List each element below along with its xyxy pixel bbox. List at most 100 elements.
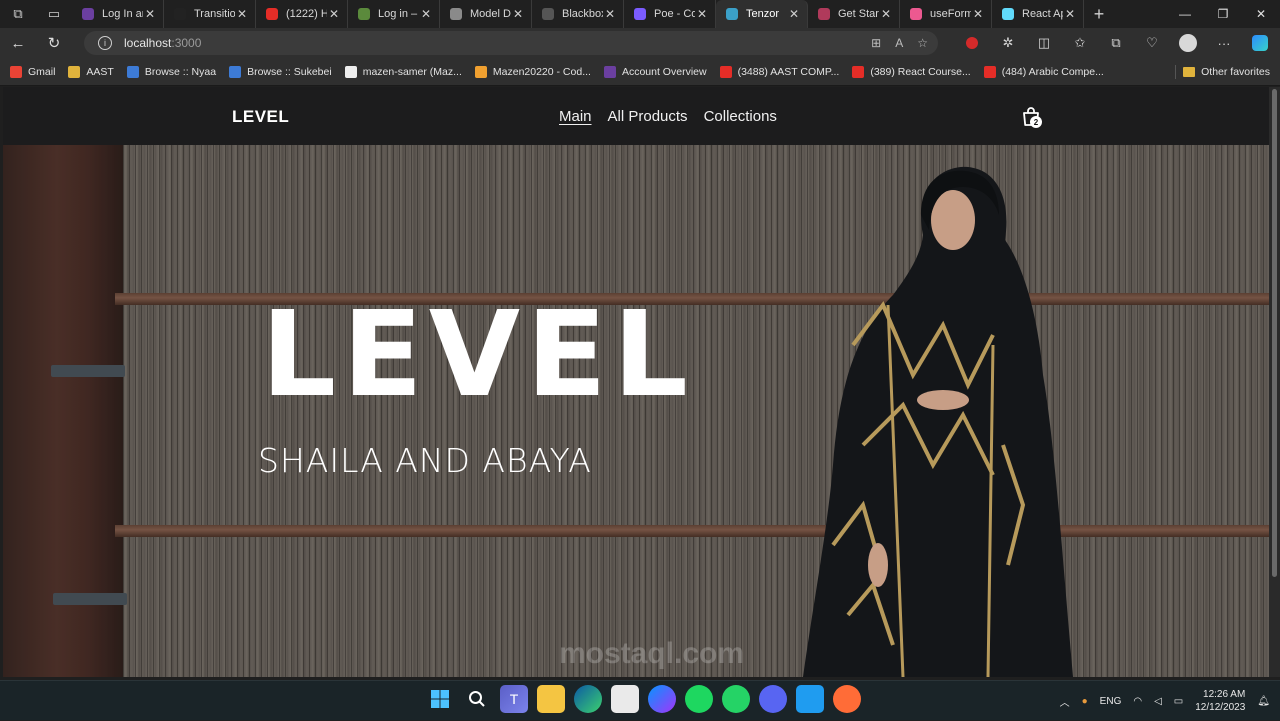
copilot-icon[interactable] bbox=[1246, 28, 1274, 58]
close-window-button[interactable]: ✕ bbox=[1242, 0, 1280, 28]
bookmark-item[interactable]: mazen-samer (Maz... bbox=[344, 65, 462, 78]
bookmark-favicon-icon bbox=[344, 65, 357, 78]
postman-icon[interactable] bbox=[833, 685, 861, 713]
tab-actions-icon[interactable]: ▭ bbox=[36, 0, 72, 28]
favorite-star-icon[interactable]: ☆ bbox=[917, 36, 928, 50]
bookmark-label: Gmail bbox=[28, 65, 56, 78]
close-tab-icon[interactable]: ✕ bbox=[695, 7, 709, 21]
hero-subtitle: SHAILA AND ABAYA bbox=[258, 441, 592, 480]
teams-icon[interactable]: T bbox=[500, 685, 528, 713]
browser-tab[interactable]: Tenzor ✕ bbox=[716, 0, 808, 28]
split-screen-icon[interactable]: ◫ bbox=[1030, 28, 1058, 58]
address-toolbar: ← ↻ i localhost:3000 ⊞ A ☆ ✲ ◫ ✩ ⧉ ♡ ··· bbox=[0, 28, 1280, 58]
tab-title: (1222) H bbox=[286, 8, 327, 20]
bookmark-item[interactable]: AAST bbox=[68, 65, 114, 78]
browser-tab[interactable]: React Ap ✕ bbox=[992, 0, 1084, 28]
close-tab-icon[interactable]: ✕ bbox=[511, 7, 525, 21]
edge-browser-icon[interactable] bbox=[574, 685, 602, 713]
microphone-icon[interactable]: ● bbox=[1082, 696, 1088, 707]
bookmark-item[interactable]: Browse :: Nyaa bbox=[126, 65, 216, 78]
notification-bell-icon[interactable]: 🔔︎ bbox=[1257, 696, 1270, 707]
close-tab-icon[interactable]: ✕ bbox=[1063, 7, 1077, 21]
bookmark-item[interactable]: Mazen20220 - Cod... bbox=[474, 65, 591, 78]
browser-tab[interactable]: useForm ✕ bbox=[900, 0, 992, 28]
microsoft-store-icon[interactable] bbox=[611, 685, 639, 713]
new-tab-button[interactable]: + bbox=[1084, 4, 1114, 25]
url-text[interactable]: localhost:3000 bbox=[124, 36, 201, 50]
browser-tab[interactable]: Log in – ✕ bbox=[348, 0, 440, 28]
tab-title: Get Start bbox=[838, 8, 879, 20]
extensions-puzzle-icon[interactable]: ✲ bbox=[994, 28, 1022, 58]
show-hidden-icons-chevron-icon[interactable]: ︿ bbox=[1060, 694, 1070, 709]
profile-avatar-icon[interactable] bbox=[1174, 28, 1202, 58]
bookmark-label: Account Overview bbox=[621, 65, 707, 78]
bookmark-favicon-icon bbox=[10, 65, 22, 78]
discord-icon[interactable] bbox=[759, 685, 787, 713]
folder-icon bbox=[1183, 67, 1196, 77]
close-tab-icon[interactable]: ✕ bbox=[787, 7, 801, 21]
other-favorites-folder[interactable]: Other favorites bbox=[1183, 58, 1270, 86]
workspaces-icon[interactable]: ⧉ bbox=[0, 0, 36, 28]
close-tab-icon[interactable]: ✕ bbox=[143, 7, 157, 21]
bookmark-favicon-icon bbox=[68, 65, 81, 78]
browser-tab[interactable]: Transition✕ bbox=[164, 0, 256, 28]
browser-tab[interactable]: (1222) H ✕ bbox=[256, 0, 348, 28]
clock[interactable]: 12:26 AM 12/12/2023 bbox=[1195, 688, 1245, 715]
browser-tab[interactable]: Blackbox ✕ bbox=[532, 0, 624, 28]
volume-icon[interactable]: ◁ bbox=[1154, 696, 1162, 707]
browser-tab[interactable]: Poe - Co ✕ bbox=[624, 0, 716, 28]
favorites-icon[interactable]: ✩ bbox=[1066, 28, 1094, 58]
maximize-button[interactable]: ❐ bbox=[1204, 0, 1242, 28]
close-tab-icon[interactable]: ✕ bbox=[327, 7, 341, 21]
read-aloud-icon[interactable]: A bbox=[895, 36, 903, 50]
close-tab-icon[interactable]: ✕ bbox=[879, 7, 893, 21]
windows-start-icon[interactable] bbox=[426, 685, 454, 713]
messenger-icon[interactable] bbox=[648, 685, 676, 713]
cart-count-badge: 2 bbox=[1030, 116, 1042, 128]
tab-title: Tenzor bbox=[746, 8, 780, 20]
search-icon[interactable] bbox=[463, 685, 491, 713]
browser-tab[interactable]: Log In ar ✕ bbox=[72, 0, 164, 28]
close-tab-icon[interactable]: ✕ bbox=[419, 7, 433, 21]
collections-icon[interactable]: ⧉ bbox=[1102, 28, 1130, 58]
nav-link-main[interactable]: Main bbox=[559, 108, 592, 125]
tab-title: useForm bbox=[930, 8, 971, 20]
bookmark-list: Gmail AAST Browse :: Nyaa Browse :: Sukebei… bbox=[10, 65, 1117, 78]
whatsapp-icon[interactable] bbox=[722, 685, 750, 713]
apps-icon[interactable]: ⊞ bbox=[871, 36, 881, 50]
performance-icon[interactable]: ♡ bbox=[1138, 28, 1166, 58]
vscode-icon[interactable] bbox=[796, 685, 824, 713]
close-tab-icon[interactable]: ✕ bbox=[603, 7, 617, 21]
bookmark-label: Mazen20220 - Cod... bbox=[492, 65, 591, 78]
back-button[interactable]: ← bbox=[0, 28, 36, 58]
close-tab-icon[interactable]: ✕ bbox=[971, 7, 985, 21]
spotify-icon[interactable] bbox=[685, 685, 713, 713]
bookmark-item[interactable]: Browse :: Sukebei bbox=[229, 65, 332, 78]
site-info-icon[interactable]: i bbox=[98, 36, 112, 50]
bookmark-item[interactable]: (3488) AAST COMP... bbox=[719, 65, 839, 78]
minimize-button[interactable]: — bbox=[1166, 0, 1204, 28]
extension-icon[interactable] bbox=[958, 28, 986, 58]
address-bar[interactable]: i localhost:3000 ⊞ A ☆ bbox=[84, 31, 938, 55]
browser-tab[interactable]: Model D ✕ bbox=[440, 0, 532, 28]
nav-link-all-products[interactable]: All Products bbox=[608, 108, 688, 125]
reload-button[interactable]: ↻ bbox=[36, 28, 72, 58]
file-explorer-icon[interactable] bbox=[537, 685, 565, 713]
wifi-icon[interactable]: ◠ bbox=[1133, 696, 1142, 707]
close-tab-icon[interactable]: ✕ bbox=[235, 7, 249, 21]
nav-link-collections[interactable]: Collections bbox=[704, 108, 777, 125]
battery-icon[interactable]: ▭ bbox=[1174, 696, 1183, 707]
browser-tab[interactable]: Get Start ✕ bbox=[808, 0, 900, 28]
language-indicator[interactable]: ENG bbox=[1100, 696, 1122, 707]
bookmark-label: Browse :: Sukebei bbox=[247, 65, 332, 78]
bookmark-item[interactable]: (389) React Course... bbox=[852, 65, 971, 78]
site-logo[interactable]: LEVEL bbox=[232, 107, 289, 127]
bookmark-item[interactable]: (484) Arabic Compe... bbox=[983, 65, 1104, 78]
bookmark-item[interactable]: Gmail bbox=[10, 65, 56, 78]
more-menu-icon[interactable]: ··· bbox=[1210, 28, 1238, 58]
bookmark-item[interactable]: Account Overview bbox=[603, 65, 707, 78]
scrollbar-thumb[interactable] bbox=[1272, 89, 1277, 577]
page-scrollbar[interactable] bbox=[1269, 87, 1280, 677]
bookmark-favicon-icon bbox=[852, 65, 865, 78]
tab-title: Log in – bbox=[378, 8, 418, 20]
